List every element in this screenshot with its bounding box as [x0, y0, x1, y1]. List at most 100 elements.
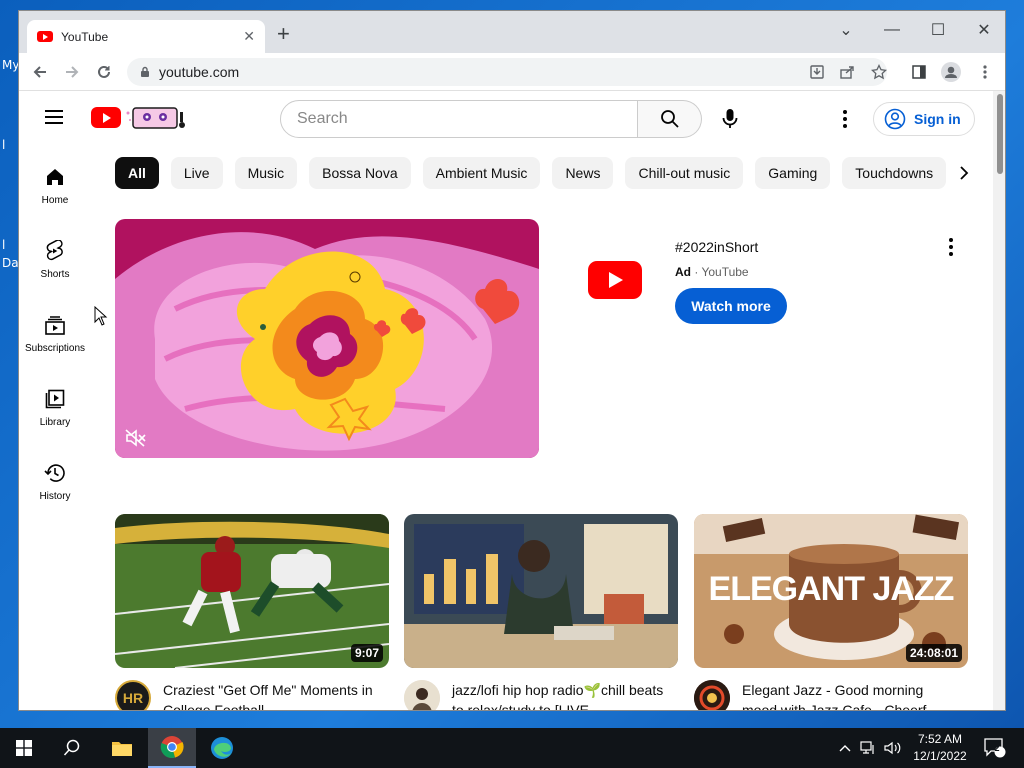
chip-news[interactable]: News [552, 157, 614, 189]
tab-close-icon[interactable]: ✕ [243, 28, 255, 45]
video-thumbnail[interactable]: ELEGANT JAZZ 24:08:01 [694, 514, 968, 668]
muted-volume-icon[interactable] [125, 429, 147, 447]
video-thumbnail[interactable] [404, 514, 678, 668]
history-icon [43, 461, 67, 485]
guide-item-shorts[interactable]: Shorts [19, 221, 91, 295]
chip-live[interactable]: Live [170, 157, 223, 189]
chrome-menu-button[interactable] [975, 62, 995, 82]
video-title[interactable]: Craziest "Get Off Me" Moments in College… [163, 680, 377, 710]
guide-item-library[interactable]: Library [19, 369, 91, 443]
youtube-favicon-icon [37, 31, 53, 42]
youtube-logo-icon[interactable] [91, 107, 121, 128]
video-title[interactable]: Elegant Jazz - Good morning mood with Ja… [742, 680, 956, 710]
search-icon [660, 110, 679, 128]
notification-count: 2 [994, 743, 1000, 753]
sign-in-button[interactable]: Sign in [873, 102, 975, 136]
channel-avatar[interactable]: HR [115, 680, 151, 710]
file-explorer-button[interactable] [98, 728, 146, 768]
search-input[interactable]: Search [280, 100, 638, 138]
more-vertical-icon [983, 65, 987, 79]
tab-search-button[interactable]: ⌄ [823, 15, 869, 45]
ad-video-preview[interactable] [115, 219, 539, 458]
desktop-icon-label[interactable]: l [2, 238, 5, 252]
menu-icon[interactable] [45, 110, 63, 124]
tab-youtube[interactable]: YouTube ✕ [27, 20, 265, 53]
back-button[interactable] [29, 61, 51, 83]
guide-item-subscriptions[interactable]: Subscriptions [19, 295, 91, 369]
home-icon [43, 165, 67, 189]
video-card[interactable]: 9:07 HR Craziest "Get Off Me" Moments in… [115, 514, 389, 710]
edge-taskbar-button[interactable] [198, 728, 246, 768]
search-icon [63, 739, 80, 756]
video-card[interactable]: jazz/lofi hip hop radio🌱chill beats to r… [404, 514, 678, 710]
side-panel-icon [912, 65, 926, 79]
chip-ambient-music[interactable]: Ambient Music [422, 157, 541, 189]
guide-label: History [39, 491, 71, 502]
guide-item-history[interactable]: History [19, 443, 91, 517]
ad-separator: · [691, 265, 702, 279]
search-taskbar-button[interactable] [48, 728, 96, 768]
chips-next-button[interactable] [949, 157, 979, 189]
chip-gaming[interactable]: Gaming [755, 157, 831, 189]
youtube-doodle-icon[interactable] [125, 105, 189, 131]
youtube-play-logo-icon [588, 261, 642, 299]
address-bar[interactable]: youtube.com [127, 58, 887, 86]
chip-touchdowns[interactable]: Touchdowns [842, 157, 947, 189]
ad-more-options-icon[interactable] [945, 235, 957, 259]
chip-music[interactable]: Music [234, 157, 298, 189]
chip-chill-out-music[interactable]: Chill-out music [625, 157, 744, 189]
library-icon [43, 387, 67, 411]
clock-date: 12/1/2022 [913, 749, 967, 763]
reload-icon [98, 65, 110, 78]
chip-bossa-nova[interactable]: Bossa Nova [309, 157, 411, 189]
voice-search-button[interactable] [711, 100, 749, 138]
ad-title[interactable]: #2022inShort [675, 239, 758, 255]
scrollbar-thumb[interactable] [997, 94, 1003, 174]
minimize-button[interactable]: — [869, 15, 915, 45]
share-button[interactable] [837, 62, 857, 82]
masthead: Search Sign in [19, 91, 993, 147]
bookmark-button[interactable] [869, 62, 889, 82]
video-thumbnail[interactable]: 9:07 [115, 514, 389, 668]
side-panel-button[interactable] [909, 62, 929, 82]
close-window-button[interactable]: ✕ [961, 15, 1005, 45]
filter-chips: All Live Music Bossa Nova Ambient Music … [115, 157, 975, 191]
guide-item-home[interactable]: Home [19, 147, 91, 221]
watch-more-button[interactable]: Watch more [675, 288, 787, 324]
video-card[interactable]: ELEGANT JAZZ 24:08:01 Elegant Jazz - Goo… [694, 514, 968, 710]
ad-channel: YouTube [701, 265, 749, 279]
maximize-button[interactable]: ☐ [915, 15, 961, 45]
notification-center-button[interactable]: 2 [980, 728, 1010, 768]
chevron-up-icon[interactable] [838, 743, 852, 753]
reload-button[interactable] [93, 61, 115, 83]
clock-time: 7:52 AM [917, 732, 963, 746]
start-button[interactable] [0, 728, 48, 768]
browser-window: YouTube ✕ + ⌄ — ☐ ✕ youtube.com Search S… [18, 10, 1006, 711]
football-thumbnail-artwork [115, 514, 389, 668]
tab-title: YouTube [61, 29, 109, 44]
profile-button[interactable] [941, 62, 961, 82]
windows-logo-icon [16, 740, 32, 756]
channel-avatar[interactable] [694, 680, 730, 710]
chrome-taskbar-button[interactable] [148, 728, 196, 768]
video-title[interactable]: jazz/lofi hip hop radio🌱chill beats to r… [452, 680, 666, 710]
install-app-button[interactable] [807, 62, 827, 82]
page-scrollbar[interactable] [993, 91, 1005, 710]
desktop-icon-label[interactable]: My [2, 58, 19, 72]
chip-all[interactable]: All [115, 157, 159, 189]
desktop-icon-label[interactable]: Da [2, 256, 19, 270]
edge-icon [211, 737, 233, 759]
new-tab-button[interactable]: + [277, 23, 290, 45]
taskbar: 7:52 AM 12/1/2022 2 [0, 728, 1024, 768]
search-placeholder: Search [297, 110, 348, 127]
shorts-icon [43, 239, 67, 263]
desktop-icon-label[interactable]: l [2, 138, 5, 152]
search-button[interactable] [638, 100, 702, 138]
channel-avatar[interactable] [404, 680, 440, 710]
settings-more-icon[interactable] [839, 107, 851, 131]
forward-button[interactable] [61, 61, 83, 83]
tab-strip: YouTube ✕ + ⌄ — ☐ ✕ [19, 11, 1005, 53]
chrome-icon [160, 736, 184, 758]
network-icon[interactable] [860, 741, 876, 755]
taskbar-clock[interactable]: 7:52 AM 12/1/2022 [900, 731, 980, 765]
